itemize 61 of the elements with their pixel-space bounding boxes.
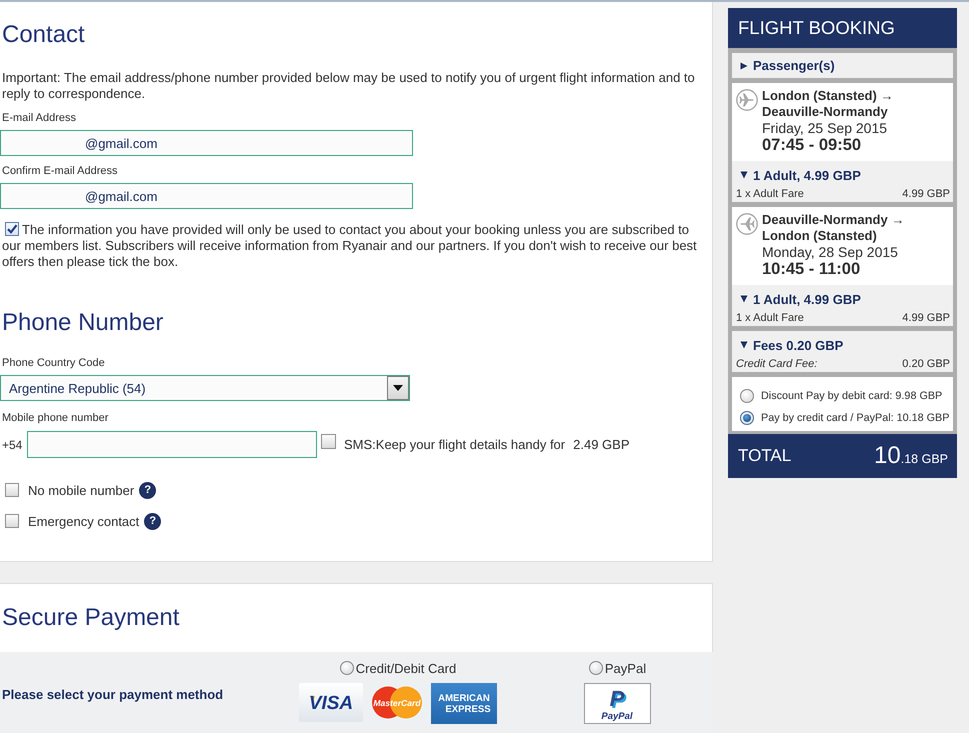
help-button[interactable]: ? (139, 482, 156, 498)
field-label: Phone Country Code (2, 356, 106, 370)
passengers-toggle[interactable]: Passenger(s) (732, 53, 953, 78)
country-select[interactable]: Argentine Republic (54) (0, 375, 410, 401)
sms-offer-text: SMS:Keep your flight details handy for (344, 437, 566, 452)
option-label: No mobile number (28, 482, 134, 498)
price-radio[interactable] (740, 389, 754, 403)
visa-logo: VISA (299, 683, 363, 722)
payment-radio[interactable] (588, 661, 603, 675)
route-origin: London (Stansted) → (762, 88, 894, 104)
paypal-logo: P PayPal (584, 683, 651, 724)
fare-line-amount: 4.99 GBP (902, 311, 950, 325)
checkbox[interactable] (5, 222, 19, 236)
field-label: E-mail Address (2, 111, 77, 125)
amex-logo: AMERICAN EXPRESS (431, 683, 497, 724)
method-label: Credit/Debit Card (356, 660, 456, 676)
fare-line-label: 1 x Adult Fare (736, 187, 804, 201)
option-checkbox[interactable] (5, 514, 19, 528)
phone-prefix: +54 (2, 438, 24, 452)
email-field[interactable]: @gmail.com (0, 183, 413, 209)
route-origin: Deauville-Normandy → (762, 212, 904, 228)
payment-prompt: Please select your payment method (1, 687, 224, 702)
fare-toggle[interactable]: 1 Adult, 4.99 GBP (736, 167, 861, 183)
fare-line-amount: 4.99 GBP (902, 187, 950, 201)
total-label: TOTAL (738, 446, 792, 466)
price-radio[interactable] (740, 411, 754, 425)
flight-times: 07:45 - 09:50 (762, 136, 862, 154)
route-destination: London (Stansted) (762, 228, 878, 244)
notice-text: Important: The email address/phone number provided below may be used to notify you of urgent flight information and to reply to correspondence. (2, 70, 696, 102)
section-title: Contact (2, 20, 86, 50)
section-title: Secure Payment (2, 603, 180, 633)
sms-price: 2.49 GBP (573, 437, 630, 452)
price-option-label: Pay by credit card / PayPal: 10.18 GBP (761, 412, 950, 424)
flight-date: Monday, 28 Sep 2015 (762, 244, 899, 260)
plane-icon (736, 213, 758, 235)
consent-option[interactable]: The information you have provided will only be used to contact you about your booking unless you are subscribed to our members list. Subscribers will receive information from Ryanair and our partners. If you don't wish to receive our best offers then please tick the box. (2, 222, 704, 270)
flight-date: Friday, 25 Sep 2015 (762, 120, 888, 136)
fee-line-label: Credit Card Fee: (736, 357, 818, 371)
flight-times: 10:45 - 11:00 (762, 260, 862, 278)
sms-checkbox[interactable] (321, 434, 336, 449)
method-label: PayPal (604, 660, 646, 676)
field-label: Confirm E-mail Address (2, 164, 119, 178)
field-label: Mobile phone number (2, 411, 110, 425)
email-field[interactable]: @gmail.com (0, 130, 413, 156)
fare-toggle[interactable]: 1 Adult, 4.99 GBP (736, 291, 861, 307)
total-amount: 10.18 GBP (874, 442, 948, 470)
fare-line-label: 1 x Adult Fare (736, 311, 804, 325)
plane-icon (736, 89, 758, 111)
dropdown-caret-icon[interactable] (387, 376, 409, 400)
option-label: Emergency contact (28, 514, 140, 528)
payment-radio[interactable] (340, 661, 354, 675)
option-checkbox[interactable] (5, 483, 19, 497)
fees-toggle[interactable]: Fees 0.20 GBP (736, 337, 844, 353)
price-option-label: Discount Pay by debit card: 9.98 GBP (761, 390, 942, 402)
section-title: Phone Number (2, 308, 164, 338)
route-destination: Deauville-Normandy (762, 104, 889, 120)
mastercard-logo: MasterCard (366, 683, 428, 722)
phone-number-field[interactable] (27, 431, 317, 458)
booking-title: FLIGHT BOOKING (728, 8, 957, 48)
help-button[interactable]: ? (144, 512, 162, 530)
fee-line-amount: 0.20 GBP (902, 357, 950, 371)
